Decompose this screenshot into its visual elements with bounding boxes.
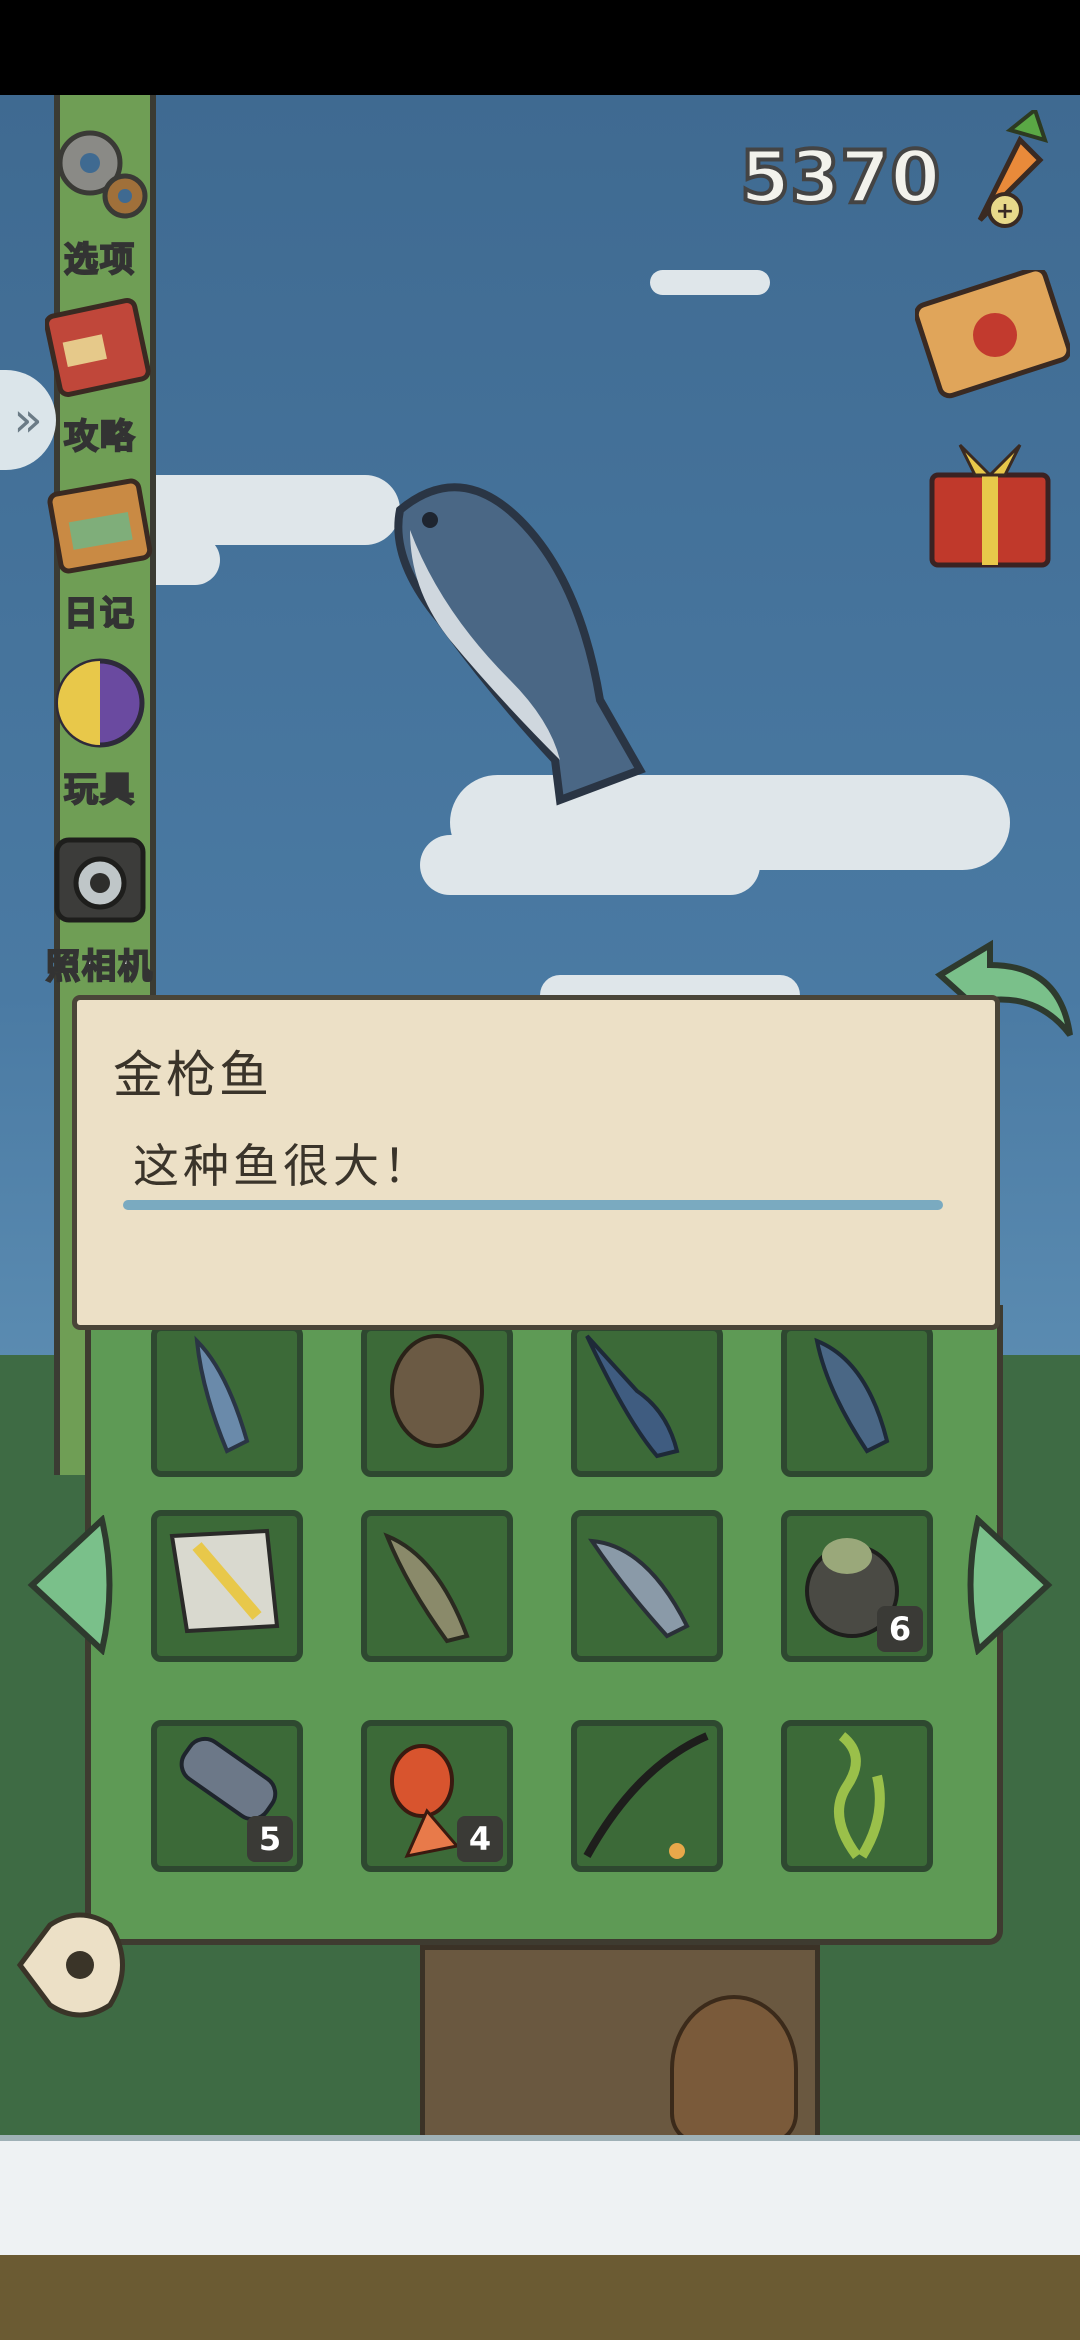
flatfish-icon (390, 1334, 484, 1448)
gift-box-icon[interactable] (920, 435, 1060, 575)
next-page-arrow[interactable] (966, 1515, 1058, 1655)
inventory-slot[interactable] (361, 1510, 513, 1662)
cloud (650, 270, 770, 295)
toy-ball-icon (55, 658, 145, 748)
shop-keeper (670, 1995, 798, 2143)
fishing-rod-icon (583, 1732, 709, 1859)
swordfish-icon (585, 1334, 680, 1459)
currency-counter: 5370 (738, 133, 942, 221)
inventory-slot[interactable] (571, 1325, 723, 1477)
item-description-popup: 金枪鱼 这种鱼很大！ (72, 995, 1000, 1330)
diary-icon (47, 478, 153, 574)
sidebar-item-toys[interactable]: 玩具 (30, 648, 170, 811)
item-name: 金枪鱼 (113, 1046, 272, 1104)
catfish-icon (383, 1532, 470, 1644)
item-count-badge: 5 (247, 1816, 293, 1862)
item-description: 这种鱼很大！ (133, 1139, 433, 1193)
inventory-slot[interactable] (571, 1720, 723, 1872)
tuna-icon (814, 1337, 890, 1454)
inventory-slot[interactable]: 5 (151, 1720, 303, 1872)
description-underline (123, 1200, 943, 1210)
status-bar (0, 0, 1080, 95)
map-pin-button[interactable] (10, 1905, 140, 2025)
sidebar-item-label: 照相机 (45, 946, 154, 988)
sidebar-item-camera[interactable]: 照相机 (30, 825, 170, 988)
dirt-ground (0, 2255, 1080, 2340)
carrot-add-button[interactable]: + (950, 110, 1060, 240)
guide-book-icon (44, 297, 151, 397)
inventory-slot[interactable] (151, 1510, 303, 1662)
inventory-slot[interactable] (361, 1325, 513, 1477)
sidebar-item-diary[interactable]: 日记 (30, 472, 170, 635)
previous-page-arrow[interactable] (22, 1515, 114, 1655)
inventory-slot[interactable]: 4 (361, 1720, 513, 1872)
sidebar-item-label: 日记 (63, 593, 136, 635)
sidebar-item-label: 玩具 (63, 769, 136, 811)
camera-icon (54, 837, 146, 923)
inventory-slot[interactable] (151, 1325, 303, 1477)
sardine-icon (194, 1335, 250, 1454)
svg-text:+: + (996, 199, 1014, 224)
inventory-slot[interactable]: 6 (781, 1510, 933, 1662)
snow-ground (0, 2135, 1080, 2261)
inventory-panel: 6 5 4 (85, 1305, 1003, 1945)
ticket-icon[interactable] (915, 270, 1070, 400)
sidebar-item-options[interactable]: 选项 (30, 118, 170, 281)
gear-icon (57, 130, 148, 219)
triggerfish-icon (169, 1528, 280, 1634)
seaweed-icon (834, 1732, 885, 1859)
sidebar-item-label: 选项 (63, 239, 136, 281)
inventory-slot[interactable] (571, 1510, 723, 1662)
salmon-icon (588, 1538, 690, 1639)
sidebar-item-guide[interactable]: 攻略 (30, 295, 170, 458)
item-count-badge: 4 (457, 1816, 503, 1862)
item-count-badge: 6 (877, 1606, 923, 1652)
inventory-slot[interactable] (781, 1720, 933, 1872)
sidebar-item-label: 攻略 (63, 416, 136, 458)
inventory-slot[interactable] (781, 1325, 933, 1477)
tuna-illustration (394, 483, 646, 806)
